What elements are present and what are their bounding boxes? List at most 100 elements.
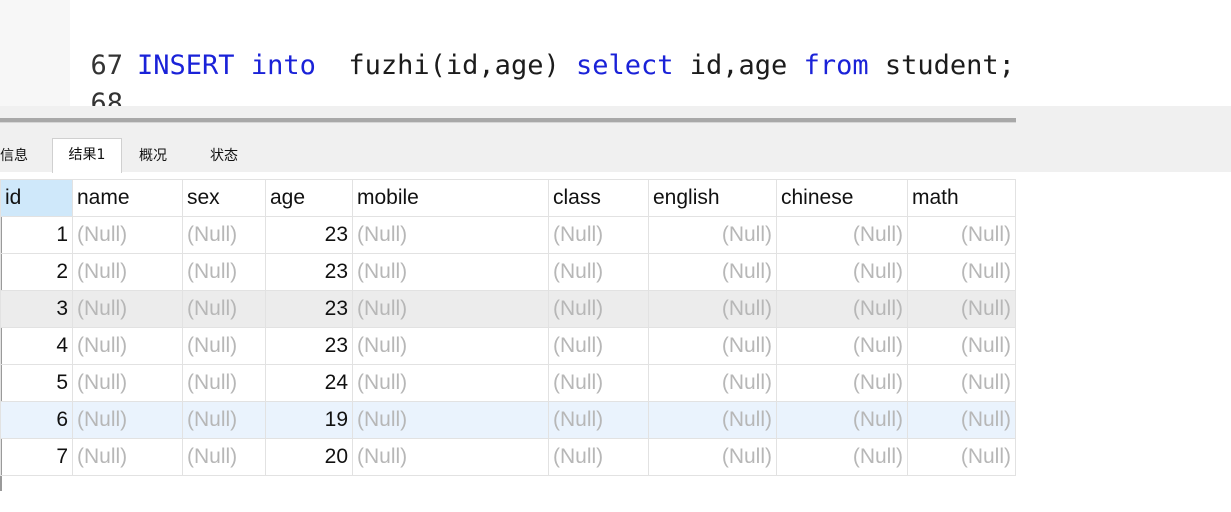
- cell-sex[interactable]: (Null): [182, 327, 266, 365]
- cell-sex[interactable]: (Null): [182, 216, 266, 254]
- cell-id[interactable]: 7: [0, 438, 73, 476]
- table-row[interactable]: 2 (Null) (Null) 23 (Null) (Null) (Null) (Null)(…: [0, 253, 1016, 291]
- cell-age[interactable]: 24: [265, 364, 353, 402]
- cell-name[interactable]: (Null): [72, 438, 183, 476]
- cell-mobile[interactable]: (Null): [352, 438, 549, 476]
- cell-math[interactable]: (Null): [907, 438, 1016, 476]
- cell-age[interactable]: 20: [265, 438, 353, 476]
- sql-editor[interactable]: 67 INSERT into fuzhi(id,age) select id,ag…: [0, 0, 1231, 119]
- column-header-age[interactable]: age: [265, 179, 353, 217]
- cell-english[interactable]: (Null): [648, 438, 777, 476]
- cell-chinese[interactable]: (Null): [776, 438, 908, 476]
- cell-id[interactable]: 1: [0, 216, 73, 254]
- cell-sex[interactable]: (Null): [182, 253, 266, 291]
- cell-math[interactable]: (Null): [907, 216, 1016, 254]
- cell-math[interactable]: (Null): [907, 364, 1016, 402]
- cell-math[interactable]: (Null): [907, 327, 1016, 365]
- code-text: INSERT into fuzhi(id,age) select id,age …: [137, 50, 1015, 81]
- cell-sex[interactable]: (Null): [182, 438, 266, 476]
- table-row[interactable]: 4 (Null) (Null) 23 (Null) (Null) (Null) (Null)(…: [0, 327, 1016, 365]
- cell-sex[interactable]: (Null): [182, 364, 266, 402]
- cell-name[interactable]: (Null): [72, 364, 183, 402]
- table-row[interactable]: 5 (Null) (Null) 24 (Null) (Null) (Null) (Null)(…: [0, 364, 1016, 402]
- column-header-math[interactable]: math: [907, 179, 1016, 217]
- table-row[interactable]: 1 (Null) (Null) 23 (Null) (Null) (Null) (Null)(…: [0, 216, 1016, 254]
- cell-math[interactable]: (Null): [907, 253, 1016, 291]
- sql-keyword: from: [803, 50, 869, 81]
- tab-info[interactable]: 信息: [0, 140, 34, 172]
- cell-chinese[interactable]: (Null): [776, 364, 908, 402]
- cell-chinese[interactable]: (Null): [776, 327, 908, 365]
- cell-mobile[interactable]: (Null): [352, 216, 549, 254]
- sql-text: student;: [868, 50, 1015, 81]
- cell-sex[interactable]: (Null): [182, 401, 266, 439]
- cell-id[interactable]: 2: [0, 253, 73, 291]
- cell-chinese[interactable]: (Null): [776, 253, 908, 291]
- table-row[interactable]: 6 (Null) (Null) 19 (Null) (Null) (Null) (Null)(…: [0, 401, 1016, 439]
- cell-class[interactable]: (Null): [548, 216, 649, 254]
- cell-id[interactable]: 3: [0, 290, 73, 328]
- cell-class[interactable]: (Null): [548, 438, 649, 476]
- cell-mobile[interactable]: (Null): [352, 401, 549, 439]
- result-grid: id name sex age mobile class english chinese mat…: [0, 179, 1016, 476]
- cell-chinese[interactable]: (Null): [776, 290, 908, 328]
- column-header-mobile[interactable]: mobile: [352, 179, 549, 217]
- column-header-id[interactable]: id: [0, 179, 73, 217]
- cell-class[interactable]: (Null): [548, 401, 649, 439]
- cell-class[interactable]: (Null): [548, 364, 649, 402]
- cell-class[interactable]: (Null): [548, 253, 649, 291]
- cell-age[interactable]: 23: [265, 253, 353, 291]
- cell-age[interactable]: 23: [265, 327, 353, 365]
- pane-splitter[interactable]: [0, 118, 1016, 123]
- column-header-sex[interactable]: sex: [182, 179, 266, 217]
- tab-status[interactable]: 状态: [196, 140, 252, 172]
- cell-english[interactable]: (Null): [648, 364, 777, 402]
- column-header-name[interactable]: name: [72, 179, 183, 217]
- code-line-68[interactable]: 68: [0, 44, 137, 119]
- cell-math[interactable]: (Null): [907, 290, 1016, 328]
- tab-result-1[interactable]: 结果1: [52, 138, 122, 173]
- cell-id[interactable]: 4: [0, 327, 73, 365]
- column-header-class[interactable]: class: [548, 179, 649, 217]
- sql-keyword: select: [575, 50, 674, 81]
- grid-header-row: id name sex age mobile class english chinese mat…: [0, 179, 1016, 217]
- cell-mobile[interactable]: (Null): [352, 290, 549, 328]
- cell-chinese[interactable]: (Null): [776, 401, 908, 439]
- tab-overview[interactable]: 概况: [130, 140, 176, 172]
- sql-keyword: into: [250, 50, 316, 81]
- code-line-67[interactable]: 67 INSERT into fuzhi(id,age) select id,ag…: [0, 6, 1015, 81]
- cell-class[interactable]: (Null): [548, 290, 649, 328]
- cell-name[interactable]: (Null): [72, 253, 183, 291]
- column-header-chinese[interactable]: chinese: [776, 179, 908, 217]
- splitter-area: [0, 106, 1231, 136]
- cell-sex[interactable]: (Null): [182, 290, 266, 328]
- cell-english[interactable]: (Null): [648, 327, 777, 365]
- cell-id[interactable]: 5: [0, 364, 73, 402]
- cell-name[interactable]: (Null): [72, 216, 183, 254]
- result-tabbar: 信息 结果1 概况 状态: [0, 136, 1231, 173]
- cell-english[interactable]: (Null): [648, 401, 777, 439]
- cell-age[interactable]: 23: [265, 290, 353, 328]
- cell-age[interactable]: 19: [265, 401, 353, 439]
- cell-id[interactable]: 6: [0, 401, 73, 439]
- cell-mobile[interactable]: (Null): [352, 364, 549, 402]
- cell-class[interactable]: (Null): [548, 327, 649, 365]
- cell-name[interactable]: (Null): [72, 290, 183, 328]
- cell-age[interactable]: 23: [265, 216, 353, 254]
- table-row[interactable]: 7 (Null) (Null) 20 (Null) (Null) (Null) (Null)(…: [0, 438, 1016, 476]
- column-header-english[interactable]: english: [648, 179, 777, 217]
- cell-mobile[interactable]: (Null): [352, 327, 549, 365]
- cell-mobile[interactable]: (Null): [352, 253, 549, 291]
- table-row[interactable]: 3 (Null) (Null) 23 (Null) (Null) (Null) (Null)(…: [0, 290, 1016, 328]
- cell-name[interactable]: (Null): [72, 327, 183, 365]
- cell-math[interactable]: (Null): [907, 401, 1016, 439]
- sql-text: fuzhi(id,age): [315, 50, 576, 81]
- cell-chinese[interactable]: (Null): [776, 216, 908, 254]
- cell-english[interactable]: (Null): [648, 216, 777, 254]
- cell-name[interactable]: (Null): [72, 401, 183, 439]
- sql-text: id,age: [673, 50, 804, 81]
- cell-english[interactable]: (Null): [648, 253, 777, 291]
- cell-english[interactable]: (Null): [648, 290, 777, 328]
- sql-keyword: INSERT: [137, 50, 235, 81]
